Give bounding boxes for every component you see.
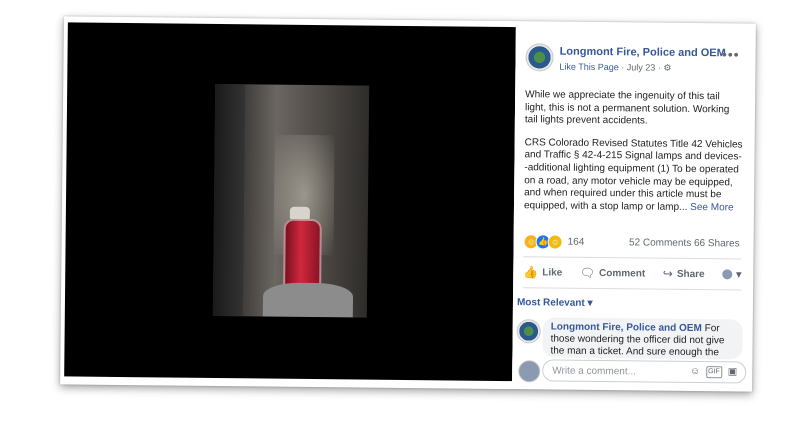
post-as-selector[interactable]: ▾ bbox=[722, 269, 741, 280]
comment-sort-dropdown[interactable]: Most Relevant ▾ bbox=[517, 297, 593, 309]
like-button[interactable]: 👍 Like bbox=[523, 265, 562, 279]
my-avatar bbox=[518, 360, 541, 383]
commenter-avatar[interactable] bbox=[516, 319, 541, 344]
post-sidebar: Longmont Fire, Police and OEM Like This … bbox=[512, 27, 752, 386]
share-button[interactable]: ↪ Share bbox=[663, 267, 705, 281]
page-name-link[interactable]: Longmont Fire, Police and OEM bbox=[560, 46, 726, 60]
reactions-summary[interactable]: ☺ 👍 ☺ 164 bbox=[523, 234, 585, 250]
write-comment-placeholder: Write a comment... bbox=[552, 365, 637, 378]
more-options-icon[interactable]: ••• bbox=[722, 46, 740, 62]
sticker-icon[interactable]: ▣ bbox=[728, 366, 738, 378]
share-label: Share bbox=[676, 268, 705, 280]
divider-bottom bbox=[523, 287, 742, 291]
dropdown-caret-icon: ▾ bbox=[736, 268, 742, 280]
comment-author-link[interactable]: Longmont Fire, Police and OEM bbox=[551, 322, 702, 335]
engagement-counts: 52 Comments 66 Shares bbox=[629, 237, 740, 249]
photo-viewer[interactable] bbox=[64, 22, 516, 382]
profile-avatar-icon bbox=[722, 269, 733, 280]
comment-button[interactable]: 🗨 Comment bbox=[580, 266, 646, 281]
photo-plastic-bag bbox=[262, 282, 354, 318]
post-photo[interactable] bbox=[212, 83, 370, 318]
share-arrow-icon: ↪ bbox=[662, 266, 673, 281]
post-paragraph-2: CRS Colorado Revised Statutes Title 42 V… bbox=[524, 137, 743, 215]
gif-icon[interactable]: GIF bbox=[706, 366, 722, 379]
composer-icons: ☺ GIF ▣ bbox=[690, 366, 738, 379]
meta-separator-2: · bbox=[655, 62, 664, 73]
divider-top bbox=[523, 256, 742, 260]
emoji-icon[interactable]: ☺ bbox=[690, 366, 700, 378]
like-label: Like bbox=[542, 266, 563, 279]
comment-bubble: Longmont Fire, Police and OEM For those … bbox=[542, 317, 743, 360]
wow-reaction-icon: ☺ bbox=[547, 234, 563, 250]
globe-icon: ⚙ bbox=[663, 62, 672, 73]
facebook-post-card: Longmont Fire, Police and OEM Like This … bbox=[60, 16, 756, 392]
write-comment-row: Write a comment... ☺ GIF ▣ bbox=[512, 357, 749, 386]
shares-count[interactable]: 66 Shares bbox=[694, 238, 740, 249]
see-more-link[interactable]: See More bbox=[687, 202, 733, 213]
action-bar: 👍 Like 🗨 Comment ↪ Share ▾ bbox=[523, 261, 741, 285]
post-paragraph-1: While we appreciate the ingenuity of thi… bbox=[524, 89, 730, 127]
post-body: While we appreciate the ingenuity of thi… bbox=[524, 89, 743, 225]
photo-door-frame bbox=[212, 83, 246, 317]
like-page-link[interactable]: Like This Page bbox=[559, 62, 618, 73]
reaction-count[interactable]: 164 bbox=[568, 237, 585, 248]
post-meta: Like This Page · July 23 · ⚙ bbox=[559, 62, 671, 74]
comment-label: Comment bbox=[599, 267, 646, 279]
post-date[interactable]: July 23 bbox=[627, 62, 656, 72]
thumbs-up-icon: 👍 bbox=[523, 265, 539, 280]
write-comment-input[interactable]: Write a comment... ☺ GIF ▣ bbox=[542, 359, 747, 384]
speech-bubble-icon: 🗨 bbox=[579, 265, 596, 280]
page-avatar[interactable] bbox=[525, 43, 554, 72]
comments-count[interactable]: 52 Comments bbox=[629, 237, 691, 249]
